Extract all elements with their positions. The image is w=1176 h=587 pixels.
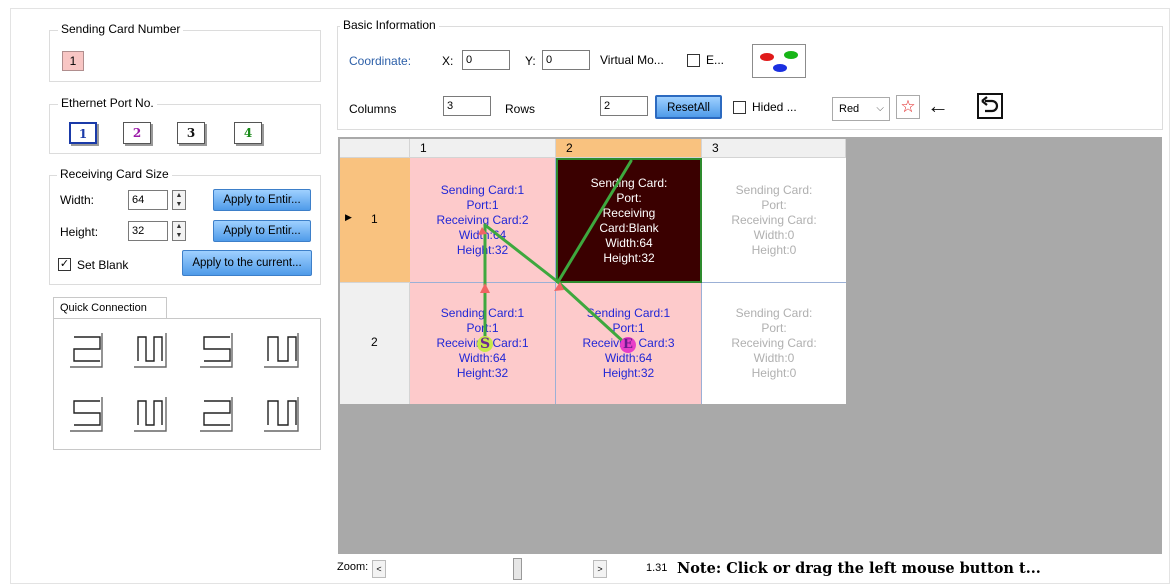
set-blank-label: Set Blank bbox=[77, 258, 129, 272]
path-arrow-icon bbox=[480, 283, 490, 293]
color-select[interactable]: Red ⌵ bbox=[832, 97, 890, 121]
port-button-1[interactable]: 1 bbox=[69, 122, 97, 144]
width-label: Width: bbox=[60, 193, 95, 207]
width-spinner[interactable]: ▲ ▼ bbox=[172, 190, 186, 210]
height-spinner[interactable]: ▲ ▼ bbox=[172, 221, 186, 241]
e-label: E... bbox=[706, 53, 725, 67]
rgb-dots-icon bbox=[760, 51, 798, 72]
zoom-value: 1.31 bbox=[646, 562, 668, 574]
undo-icon[interactable] bbox=[977, 93, 1003, 119]
quick-connection-patterns bbox=[70, 333, 299, 432]
pattern-icon-6 bbox=[134, 397, 167, 432]
undo-arrow-glyph bbox=[981, 96, 999, 113]
hided-label: Hided ... bbox=[752, 100, 797, 114]
e-checkbox[interactable] bbox=[687, 54, 700, 67]
ethernet-title: Ethernet Port No. bbox=[58, 96, 157, 110]
columns-input[interactable]: 3 bbox=[443, 96, 491, 116]
hided-checkbox[interactable] bbox=[733, 101, 746, 114]
zoom-left-button[interactable]: < bbox=[372, 560, 386, 578]
virtual-mode-label: Virtual Mo... bbox=[600, 53, 664, 67]
set-blank-checkbox[interactable]: ✓ bbox=[58, 258, 71, 271]
pattern-icon-8 bbox=[264, 397, 299, 432]
end-marker-label: E bbox=[623, 337, 633, 352]
height-input[interactable]: 32 bbox=[128, 221, 168, 241]
sending-card-title: Sending Card Number bbox=[58, 22, 184, 36]
width-input[interactable]: 64 bbox=[128, 190, 168, 210]
zoom-slider-thumb[interactable] bbox=[513, 558, 522, 580]
zoom-label: Zoom: bbox=[337, 561, 369, 573]
apply-current-button[interactable]: Apply to the current... bbox=[182, 250, 312, 276]
port-button-2[interactable]: 2 bbox=[123, 122, 151, 144]
rows-label: Rows bbox=[505, 102, 536, 116]
rows-input[interactable]: 2 bbox=[600, 96, 648, 116]
quick-connection-panel bbox=[53, 318, 321, 450]
receiving-size-title: Receiving Card Size bbox=[57, 167, 172, 181]
pattern-icon-3 bbox=[200, 333, 233, 368]
basic-info-title: Basic Information bbox=[340, 18, 439, 32]
chevron-down-icon: ⌵ bbox=[876, 103, 884, 114]
coordinate-label: Coordinate: bbox=[349, 54, 412, 68]
reset-all-button[interactable]: ResetAll bbox=[655, 95, 722, 119]
note-text: Note: Click or drag the left mouse butto… bbox=[677, 560, 1041, 577]
virtual-mode-color-button[interactable] bbox=[752, 44, 806, 78]
pattern-icon-1 bbox=[70, 333, 103, 368]
height-label: Height: bbox=[60, 225, 99, 239]
columns-label: Columns bbox=[349, 102, 397, 116]
pattern-icon-7 bbox=[200, 397, 233, 432]
port-button-4[interactable]: 4 bbox=[234, 122, 262, 144]
x-input[interactable]: 0 bbox=[462, 50, 510, 70]
port-button-3[interactable]: 3 bbox=[177, 122, 205, 144]
star-icon[interactable]: ☆ bbox=[896, 95, 920, 119]
color-select-value: Red bbox=[839, 103, 860, 115]
start-marker: S bbox=[477, 336, 493, 352]
x-label: X: bbox=[442, 54, 454, 68]
back-arrow-icon[interactable]: ← bbox=[925, 95, 951, 119]
connection-path bbox=[478, 159, 633, 348]
quick-connection-label: Quick Connection bbox=[60, 302, 147, 314]
start-marker-label: S bbox=[479, 336, 491, 352]
pattern-icon-4 bbox=[264, 333, 299, 368]
apply-height-button[interactable]: Apply to Entir... bbox=[213, 220, 311, 242]
y-input[interactable]: 0 bbox=[542, 50, 590, 70]
sending-card-value[interactable]: 1 bbox=[62, 51, 84, 71]
sending-card-group bbox=[49, 30, 321, 82]
pattern-icon-2 bbox=[134, 333, 167, 368]
zoom-right-button[interactable]: > bbox=[593, 560, 607, 578]
pattern-icon-5 bbox=[70, 397, 103, 432]
quick-connection-tab[interactable]: Quick Connection bbox=[53, 297, 167, 319]
apply-width-button[interactable]: Apply to Entir... bbox=[213, 189, 311, 211]
y-label: Y: bbox=[525, 54, 536, 68]
end-marker: E bbox=[620, 337, 636, 353]
